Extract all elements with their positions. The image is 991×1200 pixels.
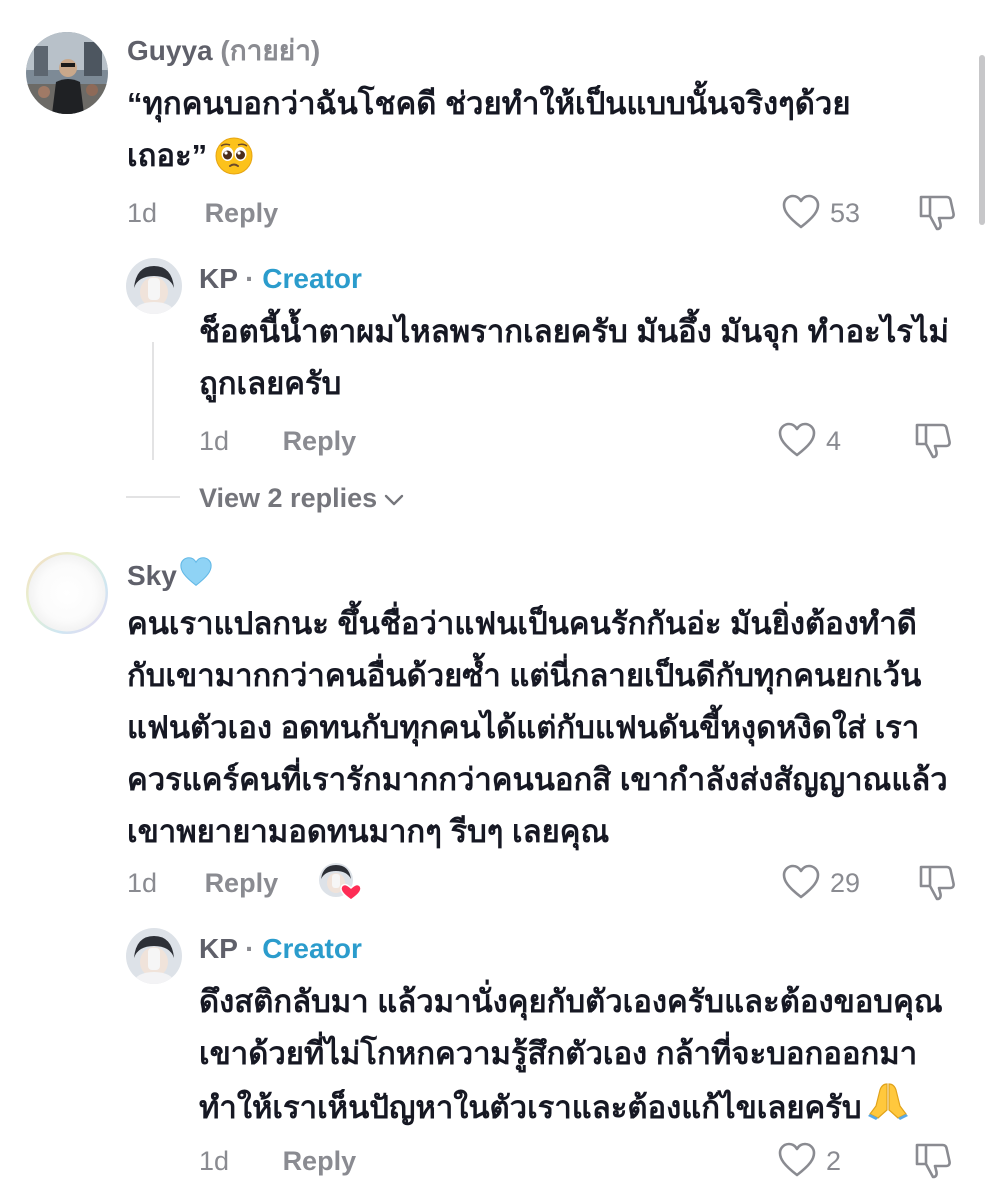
view-replies-button[interactable]: View 2 replies [199,481,405,515]
comment-text-line: ควรแคร์คนที่เรารักมากกว่าคนนอกสิ เขากำลั… [127,762,948,797]
creator-liked-indicator [318,862,362,904]
reply-text-line: ถูกเลยครับ [199,366,342,401]
reply-meta: 1d Reply [199,424,356,458]
username-alt: (กายย่า) [220,35,321,66]
comment-text-line: แฟนตัวเอง อดทนกับทุกคนได้แต่กับแฟนดันขี้… [127,710,920,745]
heart-outline-icon[interactable] [778,1142,816,1183]
thumbs-down-icon[interactable] [913,420,953,465]
reply-button[interactable]: Reply [283,426,357,456]
reply-text: ดึงสติกลับมา แล้วมานั่งคุยกับตัวเองครับแ… [199,976,979,1136]
thumbs-down-icon[interactable] [913,1140,953,1185]
comment-text-line: เขาพยายามอดทนมากๆ รีบๆ เลยคุณ [127,814,610,849]
username-kp[interactable]: KP [199,933,237,964]
like-count: 29 [830,868,861,898]
comment-text-end: เถอะ” [127,138,208,173]
reply-text-end: ทำให้เราเห็นปัญหาในตัวเราและต้องแก้ไขเลย… [199,1090,862,1125]
thumbs-down-icon[interactable] [917,192,957,237]
scrollbar[interactable] [979,55,985,225]
like-count: 53 [830,198,861,228]
like-count: 4 [826,426,842,456]
creator-badge: Creator [262,263,362,294]
reply-text-line: ดึงสติกลับมา แล้วมานั่งคุยกับตัวเองครับแ… [199,984,943,1019]
reply-button[interactable]: Reply [283,1146,357,1176]
reply-text-line: ทำให้เราเห็นปัญหาในตัวเราและต้องแก้ไขเลย… [199,1080,979,1136]
folded-hands-emoji [866,1080,910,1136]
comment-meta: 1d Reply [127,866,278,900]
username-kp[interactable]: KP [199,263,237,294]
view-replies-label: View 2 replies [199,483,378,513]
comment-text: คนเราแปลกนะ ขึ้นชื่อว่าแฟนเป็นคนรักกันอ่… [127,598,977,858]
comment-username[interactable]: Guyya (กายย่า) [127,34,320,68]
thread-line [152,342,154,460]
light-blue-heart-emoji [179,556,213,596]
like-count: 2 [826,1146,842,1176]
comment-username[interactable]: Sky [127,556,213,596]
comment-meta: 1d Reply [127,196,278,230]
avatar-sky[interactable] [26,552,108,634]
reply-header: KP · Creator [199,262,362,296]
username-sky[interactable]: Sky [127,559,177,593]
name-separator: · [245,933,255,964]
reply-meta: 1d Reply [199,1144,356,1178]
reply-button[interactable]: Reply [205,868,279,898]
thumbs-down-icon[interactable] [917,862,957,907]
reply-header: KP · Creator [199,932,362,966]
heart-outline-icon[interactable] [782,864,820,905]
reply-text: ช็อตนี้น้ำตาผมไหลพรากเลยครับ มันอึ้ง มัน… [199,306,969,410]
comment-text-line: “ทุกคนบอกว่าฉันโชคดี ช่วยทำให้เป็นแบบนั้… [127,86,851,121]
avatar-kp[interactable] [126,928,182,984]
comment-time: 1d [127,198,158,228]
avatar-kp[interactable] [126,258,182,314]
comment-time: 1d [127,868,158,898]
reply-button[interactable]: Reply [205,198,279,228]
chevron-down-icon [383,481,405,515]
comment-text-line: คนเราแปลกนะ ขึ้นชื่อว่าแฟนเป็นคนรักกันอ่… [127,606,917,641]
reply-text-line: เขาด้วยที่ไม่โกหกความรู้สึกตัวเอง กล้าที… [199,1036,918,1071]
username-guyya[interactable]: Guyya [127,35,213,66]
reply-text-line: ช็อตนี้น้ำตาผมไหลพรากเลยครับ มันอึ้ง มัน… [199,314,949,349]
heart-outline-icon[interactable] [778,422,816,463]
view-replies-divider [126,496,180,498]
reply-time: 1d [199,426,230,456]
comment-text: “ทุกคนบอกว่าฉันโชคดี ช่วยทำให้เป็นแบบนั้… [127,78,907,182]
heart-outline-icon[interactable] [782,194,820,235]
avatar-guyya[interactable] [26,32,108,114]
comment-text-line: กับเขามากกว่าคนอื่นด้วยซ้ำ แต่นี่กลายเป็… [127,658,922,693]
pleading-face-emoji [215,137,253,175]
comment-text-line: เถอะ” [127,130,907,182]
name-separator: · [245,263,255,294]
creator-badge: Creator [262,933,362,964]
reply-time: 1d [199,1146,230,1176]
